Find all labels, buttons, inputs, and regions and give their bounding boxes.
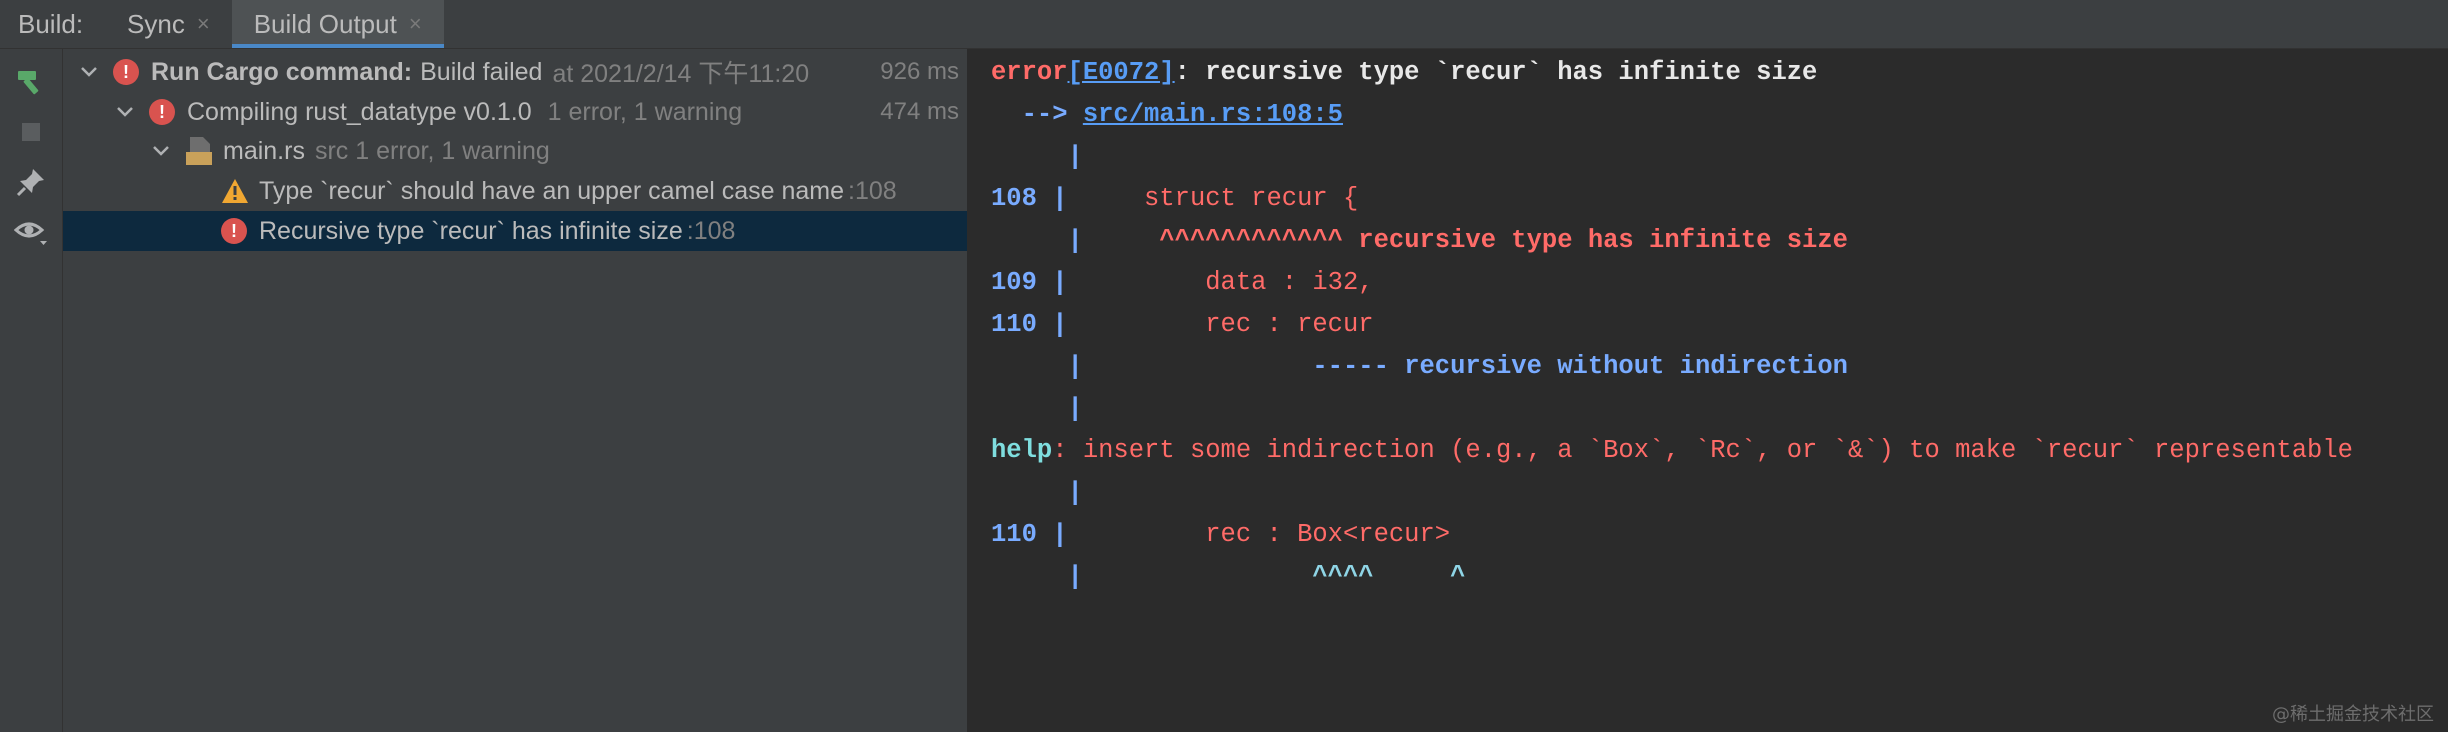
gutter-bar: | xyxy=(1036,184,1068,213)
source-code: data : i32, xyxy=(1067,268,1374,297)
location-arrow: --> xyxy=(991,100,1068,129)
error-summary: : recursive type `recur` has infinite si… xyxy=(1174,58,1818,87)
file-name: main.rs xyxy=(223,136,305,165)
console-line: 108 | struct recur { xyxy=(991,178,1358,220)
dash-marker: ----- xyxy=(1082,352,1389,381)
error-icon: ! xyxy=(221,218,247,244)
compiling-duration: 474 ms xyxy=(880,98,959,125)
error-keyword: error xyxy=(991,58,1068,87)
console-line: error[E0072]: recursive type `recur` has… xyxy=(991,52,1817,94)
chevron-down-icon[interactable] xyxy=(115,102,135,122)
compiling-summary: 1 error, 1 warning xyxy=(547,97,743,126)
gutter-bar: | xyxy=(991,478,1083,507)
warning-icon xyxy=(222,179,248,203)
gutter-bar: | xyxy=(991,226,1083,255)
line-number: 110 xyxy=(991,310,1037,339)
error-icon: ! xyxy=(149,99,175,125)
eye-icon[interactable] xyxy=(14,215,48,249)
gutter-bar: | xyxy=(991,352,1083,381)
source-code: rec : Box<recur> xyxy=(1067,520,1451,549)
run-cargo-label: Run Cargo command: xyxy=(151,57,413,86)
tree-compiling[interactable]: ! Compiling rust_datatype v0.1.0 1 error… xyxy=(63,92,967,132)
console-output[interactable]: error[E0072]: recursive type `recur` has… xyxy=(970,49,2448,732)
watermark: @稀土掘金技术社区 xyxy=(2272,704,2434,725)
tab-sync[interactable]: Sync × xyxy=(105,0,232,48)
console-line: 109 | data : i32, xyxy=(991,262,1374,304)
tab-build-output-label: Build Output xyxy=(253,8,397,39)
source-code: struct recur { xyxy=(1067,184,1359,213)
error-message: Recursive type `recur` has infinite size xyxy=(259,216,683,245)
compiling-label: Compiling rust_datatype v0.1.0 xyxy=(187,97,532,126)
console-line: help: insert some indirection (e.g., a `… xyxy=(991,430,2353,472)
chevron-down-icon[interactable] xyxy=(151,141,171,161)
pin-icon[interactable] xyxy=(14,165,48,199)
gutter-bar: | xyxy=(991,562,1083,591)
error-icon: ! xyxy=(113,59,139,85)
tab-build-output[interactable]: Build Output × xyxy=(231,0,444,48)
tree-file-main-rs[interactable]: main.rs src 1 error, 1 warning xyxy=(63,131,967,171)
stop-icon[interactable] xyxy=(14,115,48,149)
annotation-message: recursive without indirection xyxy=(1388,352,1848,381)
build-toolbar xyxy=(0,49,63,732)
console-line: --> src/main.rs:108:5 xyxy=(991,94,1343,136)
annotation-message: recursive type has infinite size xyxy=(1342,226,1848,255)
file-summary: src 1 error, 1 warning xyxy=(314,136,550,165)
build-tree: ! Run Cargo command: Build failed at 202… xyxy=(63,49,969,732)
tree-root-run-cargo[interactable]: ! Run Cargo command: Build failed at 202… xyxy=(63,52,967,92)
gutter-bar: | xyxy=(1036,520,1068,549)
caret-marker: ^^^^^^^^^^^^ xyxy=(1082,226,1343,255)
source-code: rec : recur xyxy=(1067,310,1374,339)
line-number: 108 xyxy=(991,184,1037,213)
tree-warning-item[interactable]: Type `recur` should have an upper camel … xyxy=(63,171,967,211)
console-line: | ^^^^^^^^^^^^ recursive type has infini… xyxy=(991,220,1848,262)
build-label: Build: xyxy=(18,8,84,39)
console-line: 110 | rec : recur xyxy=(991,304,1374,346)
build-tabbar: Build: Sync × Build Output × xyxy=(0,0,2448,49)
warning-message: Type `recur` should have an upper camel … xyxy=(259,176,845,205)
console-line: 110 | rec : Box<recur> xyxy=(991,514,1450,556)
help-message: : insert some indirection (e.g., a `Box`… xyxy=(1052,436,2353,465)
chevron-down-icon[interactable] xyxy=(79,62,99,82)
gutter-bar: | xyxy=(991,394,1083,423)
build-status: Build failed xyxy=(420,57,543,86)
hammer-icon[interactable] xyxy=(14,65,48,99)
close-icon[interactable]: × xyxy=(409,11,422,37)
rust-file-icon xyxy=(186,137,212,165)
error-line: :108 xyxy=(686,216,736,245)
gutter-bar: | xyxy=(1036,310,1068,339)
root-duration: 926 ms xyxy=(880,58,959,85)
tree-error-item[interactable]: ! Recursive type `recur` has infinite si… xyxy=(63,211,967,251)
warning-line: :108 xyxy=(848,176,897,205)
line-number: 110 xyxy=(991,520,1037,549)
console-line: | ----- recursive without indirection xyxy=(991,346,1848,388)
source-location-link[interactable]: src/main.rs:108:5 xyxy=(1083,100,1343,129)
build-timestamp: at 2021/2/14 下午11:20 xyxy=(552,60,810,88)
close-icon[interactable]: × xyxy=(197,11,210,37)
help-keyword: help xyxy=(991,436,1053,465)
line-number: 109 xyxy=(991,268,1037,297)
caret-marker: ^^^^ ^ xyxy=(1082,562,1466,591)
console-line: | ^^^^ ^ xyxy=(991,556,1466,598)
tab-sync-label: Sync xyxy=(127,8,185,39)
error-code-link[interactable]: [E0072] xyxy=(1068,58,1175,87)
gutter-bar: | xyxy=(1036,268,1068,297)
gutter-bar: | xyxy=(991,142,1083,171)
